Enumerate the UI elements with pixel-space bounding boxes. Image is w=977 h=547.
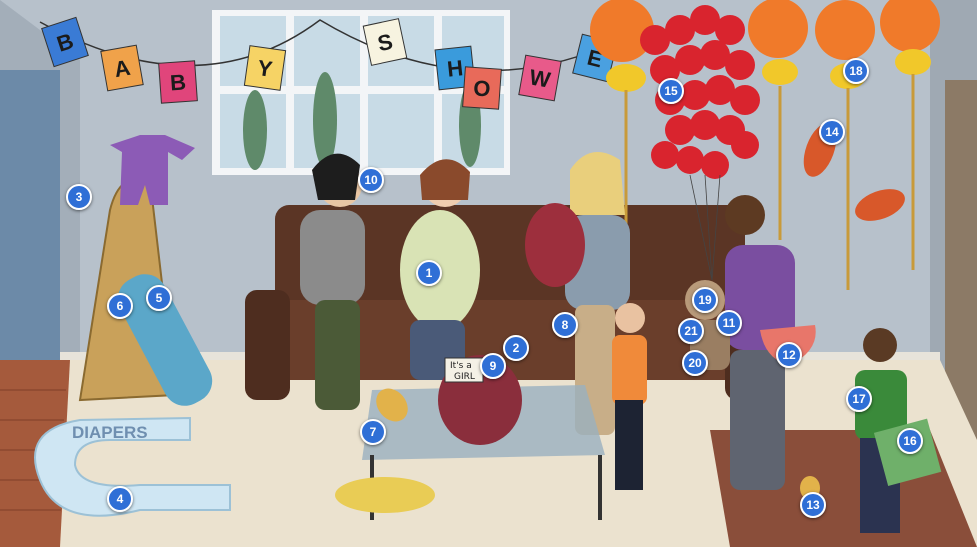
diaper-pillow-text: DIAPERS [72,423,148,442]
hotspot-marker-19[interactable]: 19 [692,287,718,313]
banner-flag-o: O [462,66,502,110]
hotspot-marker-7[interactable]: 7 [360,419,386,445]
hotspot-marker-9[interactable]: 9 [480,353,506,379]
hotspot-marker-14[interactable]: 14 [819,119,845,145]
hotspot-marker-6[interactable]: 6 [107,293,133,319]
spill-puddle [335,477,435,513]
banner-flag-a: A [100,44,144,92]
hotspot-marker-21[interactable]: 21 [678,318,704,344]
hotspot-marker-17[interactable]: 17 [846,386,872,412]
banner-flag-s: S [362,18,408,66]
sofa-arm-left [245,290,290,400]
hotspot-marker-2[interactable]: 2 [503,335,529,361]
hotspot-marker-12[interactable]: 12 [776,342,802,368]
hotspot-marker-5[interactable]: 5 [146,285,172,311]
party-scene: BABYSHO WE DIAPERS It's a GIRL [0,0,977,547]
banner-letter: H [446,55,464,82]
hotspot-marker-13[interactable]: 13 [800,492,826,518]
hotspot-marker-18[interactable]: 18 [843,58,869,84]
banner-flag-w: W [518,54,562,102]
hotspot-marker-1[interactable]: 1 [416,260,442,286]
left-door [0,70,60,360]
hotspot-marker-4[interactable]: 4 [107,486,133,512]
red-carrier-held [525,203,585,287]
banner-flag-y: Y [243,45,287,91]
doll-note-line1: It's a [450,361,472,371]
banner-letter: B [169,69,187,95]
doll-note-line2: GIRL [454,372,475,382]
hotspot-marker-15[interactable]: 15 [658,78,684,104]
banner-letter: O [473,75,492,101]
hotspot-marker-8[interactable]: 8 [552,312,578,338]
hotspot-marker-16[interactable]: 16 [897,428,923,454]
hotspot-marker-3[interactable]: 3 [66,184,92,210]
banner-flag-b: B [158,60,198,104]
hotspot-marker-10[interactable]: 10 [358,167,384,193]
hotspot-marker-20[interactable]: 20 [682,350,708,376]
hotspot-marker-11[interactable]: 11 [716,310,742,336]
